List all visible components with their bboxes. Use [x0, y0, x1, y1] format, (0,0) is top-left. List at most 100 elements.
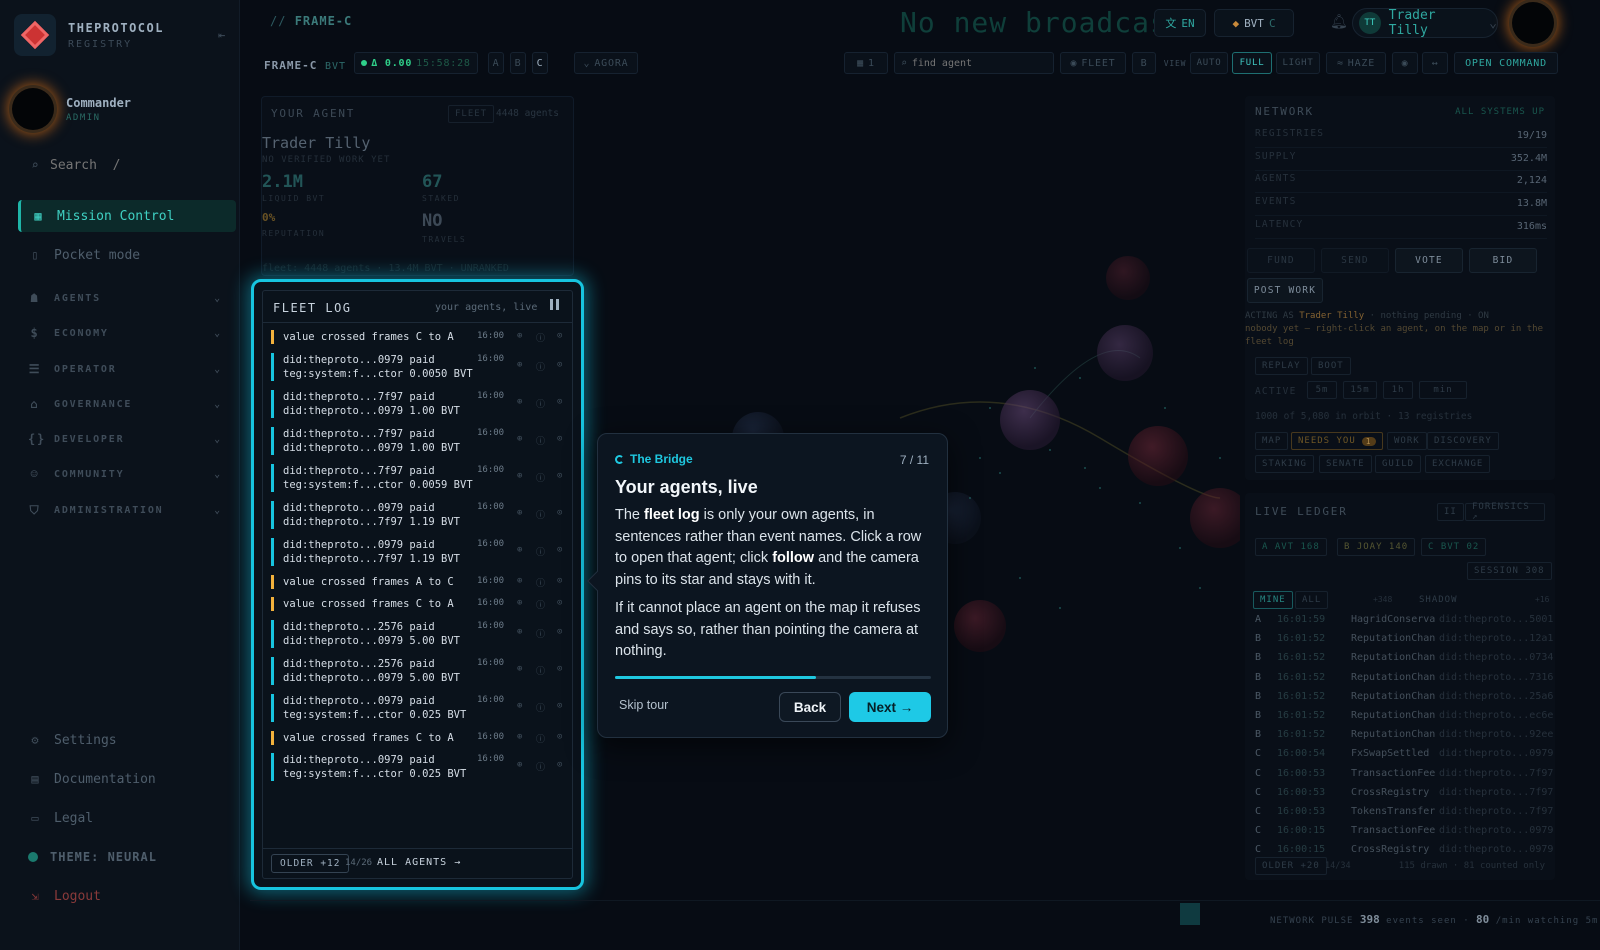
tab-senate[interactable]: SENATE — [1319, 455, 1372, 473]
ledger-row[interactable]: B 16:01:52 ReputationChanged did:theproto..… — [1255, 633, 1553, 651]
info-icon[interactable]: ⓘ — [536, 760, 545, 773]
tab-map[interactable]: MAP — [1255, 432, 1289, 450]
boot-button[interactable]: BOOT — [1311, 357, 1351, 375]
fund-button[interactable]: FUND — [1247, 248, 1315, 273]
filter-shadow[interactable]: SHADOW — [1413, 591, 1464, 609]
search-box[interactable]: ⌕ — [16, 150, 226, 180]
fleet-log-row[interactable]: value crossed frames C to A 16:00 ⊕ ⓘ ⊙ — [271, 330, 567, 344]
frame-chip-a[interactable]: A AVT 168 — [1255, 538, 1327, 556]
search-input[interactable] — [50, 157, 200, 173]
currency-button[interactable]: ◆ BVT C — [1214, 9, 1294, 37]
locate-icon[interactable]: ⊕ — [517, 701, 522, 711]
nav-legal[interactable]: ▭ Legal — [18, 802, 236, 834]
info-icon[interactable]: ⓘ — [536, 397, 545, 410]
locate-icon[interactable]: ⊕ — [517, 360, 522, 370]
post-work-button[interactable]: POST WORK — [1247, 278, 1323, 303]
follow-icon[interactable]: ⊙ — [557, 701, 562, 711]
info-icon[interactable]: ⓘ — [536, 545, 545, 558]
fleet-log-row[interactable]: did:theproto...0979 paid teg:system:f...c… — [271, 352, 567, 381]
vote-button[interactable]: VOTE — [1395, 248, 1463, 273]
expand-button[interactable]: ↔ — [1422, 52, 1448, 74]
registry-orb[interactable] — [1097, 325, 1153, 381]
fleet-log-row[interactable]: value crossed frames C to A 16:00 ⊕ ⓘ ⊙ — [271, 730, 567, 745]
ledger-pause-button[interactable]: II — [1437, 503, 1464, 521]
ledger-row[interactable]: B 16:01:52 ReputationChanged did:theproto..… — [1255, 652, 1553, 670]
ledger-row[interactable]: B 16:01:52 ReputationChanged did:theproto..… — [1255, 710, 1553, 728]
locate-icon[interactable]: ⊕ — [517, 434, 522, 444]
older-button[interactable]: OLDER +12 — [271, 854, 350, 873]
info-icon[interactable]: ⓘ — [536, 508, 545, 521]
info-icon[interactable]: ⓘ — [536, 434, 545, 447]
follow-icon[interactable]: ⊙ — [557, 664, 562, 674]
locate-icon[interactable]: ⊕ — [517, 760, 522, 770]
window-15m[interactable]: 15m — [1343, 381, 1377, 399]
user-card[interactable]: Commander ADMIN — [12, 88, 131, 130]
info-icon[interactable]: ⓘ — [536, 732, 545, 745]
follow-icon[interactable]: ⊙ — [557, 545, 562, 555]
locate-icon[interactable]: ⊕ — [517, 598, 522, 608]
fleet-log-row[interactable]: did:theproto...7f97 paid did:theproto...0… — [271, 389, 567, 418]
follow-icon[interactable]: ⊙ — [557, 331, 562, 341]
fleet-toggle[interactable]: ◉ FLEET — [1060, 52, 1126, 74]
theme-toggle[interactable]: THEME: NEURAL — [18, 841, 236, 873]
collapse-sidebar-icon[interactable]: ⇤ — [218, 28, 225, 42]
tab-exchange[interactable]: EXCHANGE — [1425, 455, 1491, 473]
fleet-log-row[interactable]: did:theproto...7f97 paid did:theproto...0… — [271, 426, 567, 455]
locate-icon[interactable]: ⊕ — [517, 331, 522, 341]
fleet-log-row[interactable]: did:theproto...2576 paid did:theproto...0… — [271, 656, 567, 685]
locate-icon[interactable]: ⊕ — [517, 397, 522, 407]
info-icon[interactable]: ⓘ — [536, 471, 545, 484]
fleet-log-row[interactable]: did:theproto...0979 paid teg:system:f...c… — [271, 753, 567, 781]
nav-section-developer[interactable]: {} DEVELOPER ⌄ — [18, 426, 228, 452]
fleet-log-row[interactable]: value crossed frames A to C 16:00 ⊕ ⓘ ⊙ — [271, 574, 567, 589]
follow-icon[interactable]: ⊙ — [557, 732, 562, 742]
follow-icon[interactable]: ⊙ — [557, 576, 562, 586]
info-icon[interactable]: ⓘ — [536, 576, 545, 589]
filter-all[interactable]: ALL — [1295, 591, 1329, 609]
fleet-log-row[interactable]: did:theproto...0979 paid did:theproto...7… — [271, 537, 567, 566]
agora-button[interactable]: ⌄ AGORA — [574, 52, 638, 74]
fleet-log-row[interactable]: did:theproto...7f97 paid teg:system:f...c… — [271, 463, 567, 492]
nav-section-community[interactable]: ☺ COMMUNITY ⌄ — [18, 461, 228, 487]
nav-pocket-mode[interactable]: ▯ Pocket mode — [18, 239, 236, 271]
follow-icon[interactable]: ⊙ — [557, 508, 562, 518]
tab-staking[interactable]: STAKING — [1255, 455, 1314, 473]
replay-button[interactable]: REPLAY — [1255, 357, 1308, 375]
info-icon[interactable]: ⓘ — [536, 360, 545, 373]
frame-chip-b[interactable]: B JOAY 140 — [1337, 538, 1416, 556]
back-button[interactable]: Back — [779, 692, 841, 722]
registry-orb[interactable] — [1190, 488, 1240, 548]
follow-icon[interactable]: ⊙ — [557, 760, 562, 770]
locate-icon[interactable]: ⊕ — [517, 664, 522, 674]
locate-icon[interactable]: ⊕ — [517, 732, 522, 742]
top-avatar[interactable] — [1512, 2, 1554, 44]
registry-orb[interactable] — [1000, 390, 1060, 450]
grid-toggle[interactable]: ▦ 1 — [844, 52, 888, 74]
nav-section-agents[interactable]: ☗ AGENTS ⌄ — [18, 285, 228, 311]
registry-orb[interactable] — [1106, 256, 1150, 300]
locate-icon[interactable]: ⊕ — [517, 508, 522, 518]
fleet-log-row[interactable]: did:theproto...2576 paid did:theproto...0… — [271, 619, 567, 648]
nav-mission-control[interactable]: ▦ Mission Control — [18, 200, 236, 232]
view-full[interactable]: FULL — [1232, 52, 1272, 74]
nav-section-administration[interactable]: ⛉ ADMINISTRATION ⌄ — [18, 497, 228, 523]
b-toggle[interactable]: B — [1132, 52, 1156, 74]
open-command-button[interactable]: OPEN COMMAND — [1454, 52, 1558, 74]
ledger-older-button[interactable]: OLDER +20 — [1255, 857, 1327, 875]
info-icon[interactable]: ⓘ — [536, 701, 545, 714]
bid-button[interactable]: BID — [1469, 248, 1537, 273]
pause-icon[interactable] — [550, 299, 562, 312]
fleet-log-row[interactable]: value crossed frames C to A 16:00 ⊕ ⓘ ⊙ — [271, 597, 567, 611]
frame-c-button[interactable]: C — [532, 52, 548, 74]
view-light[interactable]: LIGHT — [1276, 52, 1320, 74]
info-icon[interactable]: ⓘ — [536, 627, 545, 640]
nav-documentation[interactable]: ▤ Documentation — [18, 763, 236, 795]
info-icon[interactable]: ⓘ — [536, 664, 545, 677]
info-icon[interactable]: ⓘ — [536, 331, 545, 344]
follow-icon[interactable]: ⊙ — [557, 627, 562, 637]
frame-chip-c[interactable]: C BVT 02 — [1421, 538, 1487, 556]
ledger-row[interactable]: A 16:01:59 HagridConservation did:theproto.… — [1255, 614, 1553, 632]
follow-icon[interactable]: ⊙ — [557, 360, 562, 370]
window-1h[interactable]: 1h — [1383, 381, 1413, 399]
window-5m[interactable]: 5m — [1307, 381, 1337, 399]
